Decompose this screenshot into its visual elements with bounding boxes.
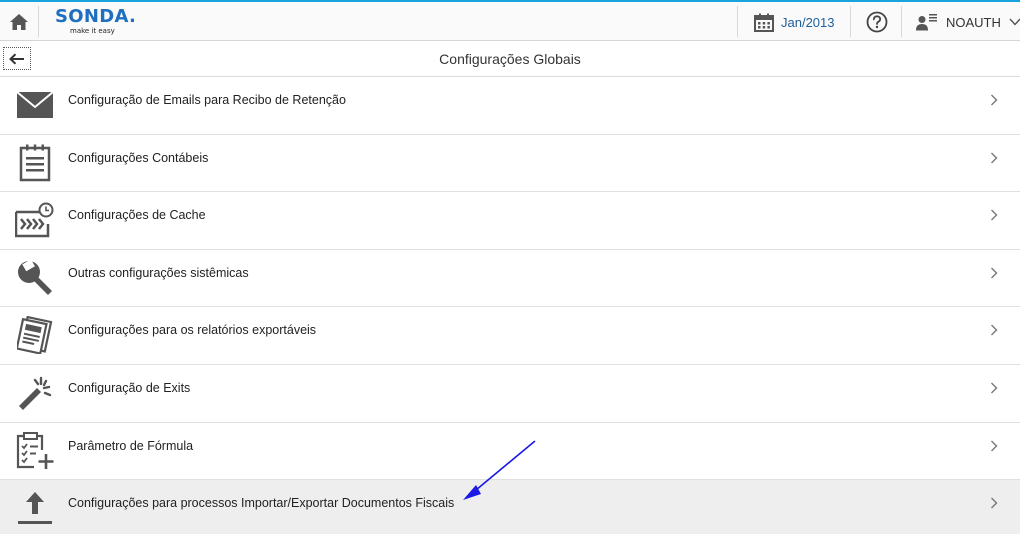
chevron-right-icon [991,267,998,279]
page-title: Configurações Globais [439,51,581,67]
envelope-icon [13,83,57,127]
home-icon [10,13,28,30]
arrow-left-icon [9,52,24,65]
list-item-label: Configurações de Cache [68,208,206,223]
report-icon [13,313,57,357]
list-item[interactable]: Parâmetro de Fórmula [0,422,1020,481]
list-item-label: Configuração de Exits [68,380,191,395]
chevron-down-icon [1009,18,1020,26]
divider [737,6,738,37]
list-item-label: Configurações para processos Importar/Ex… [68,496,455,511]
settings-list: Configuração de Emails para Recibo de Re… [0,77,1020,534]
chevron-right-icon [991,94,998,106]
help-icon [866,11,888,33]
chevron-right-icon [991,440,998,452]
back-button[interactable] [3,47,31,70]
period-value: Jan/2013 [781,14,835,30]
magic-wand-icon [13,371,57,415]
divider [850,6,851,37]
divider [38,6,39,37]
list-item[interactable]: Configurações para processos Importar/Ex… [0,480,1020,534]
list-item[interactable]: Configuração de Emails para Recibo de Re… [0,77,1020,135]
home-button[interactable] [0,2,38,41]
upload-icon [13,486,57,530]
period-selector[interactable]: Jan/2013 [754,9,835,35]
chevron-right-icon [991,497,998,509]
chevron-right-icon [991,152,998,164]
chevron-right-icon [991,324,998,336]
logo-text: SONDA. [55,6,137,27]
chevron-right-icon [991,209,998,221]
list-item[interactable]: Configurações para os relatórios exportá… [0,307,1020,365]
user-name: NOAUTH [946,14,1001,30]
list-item[interactable]: Configurações de Cache [0,192,1020,250]
list-item[interactable]: Outras configurações sistêmicas [0,249,1020,308]
list-item-label: Configurações Contábeis [68,150,209,165]
user-menu[interactable]: NOAUTH [916,9,1020,35]
top-bar: SONDA. make it easy Jan/2013 NOAUTH [0,0,1020,41]
list-item-label: Parâmetro de Fórmula [68,438,194,453]
user-icon [916,14,937,31]
list-item-label: Configurações para os relatórios exportá… [68,323,317,338]
chevron-right-icon [991,382,998,394]
calendar-icon [754,13,774,32]
logo-tagline: make it easy [70,27,115,35]
list-item-label: Configuração de Emails para Recibo de Re… [68,93,346,107]
divider [901,6,902,37]
notepad-icon [13,141,57,185]
cache-clock-icon [13,198,57,242]
clipboard-check-add-icon [13,429,57,473]
list-item[interactable]: Configurações Contábeis [0,134,1020,193]
wrench-icon [13,256,57,300]
list-item[interactable]: Configuração de Exits [0,364,1020,423]
page-header: Configurações Globais [0,41,1020,77]
sonda-logo: SONDA. make it easy [55,6,137,36]
help-button[interactable] [866,11,888,38]
list-item-label: Outras configurações sistêmicas [68,265,249,280]
